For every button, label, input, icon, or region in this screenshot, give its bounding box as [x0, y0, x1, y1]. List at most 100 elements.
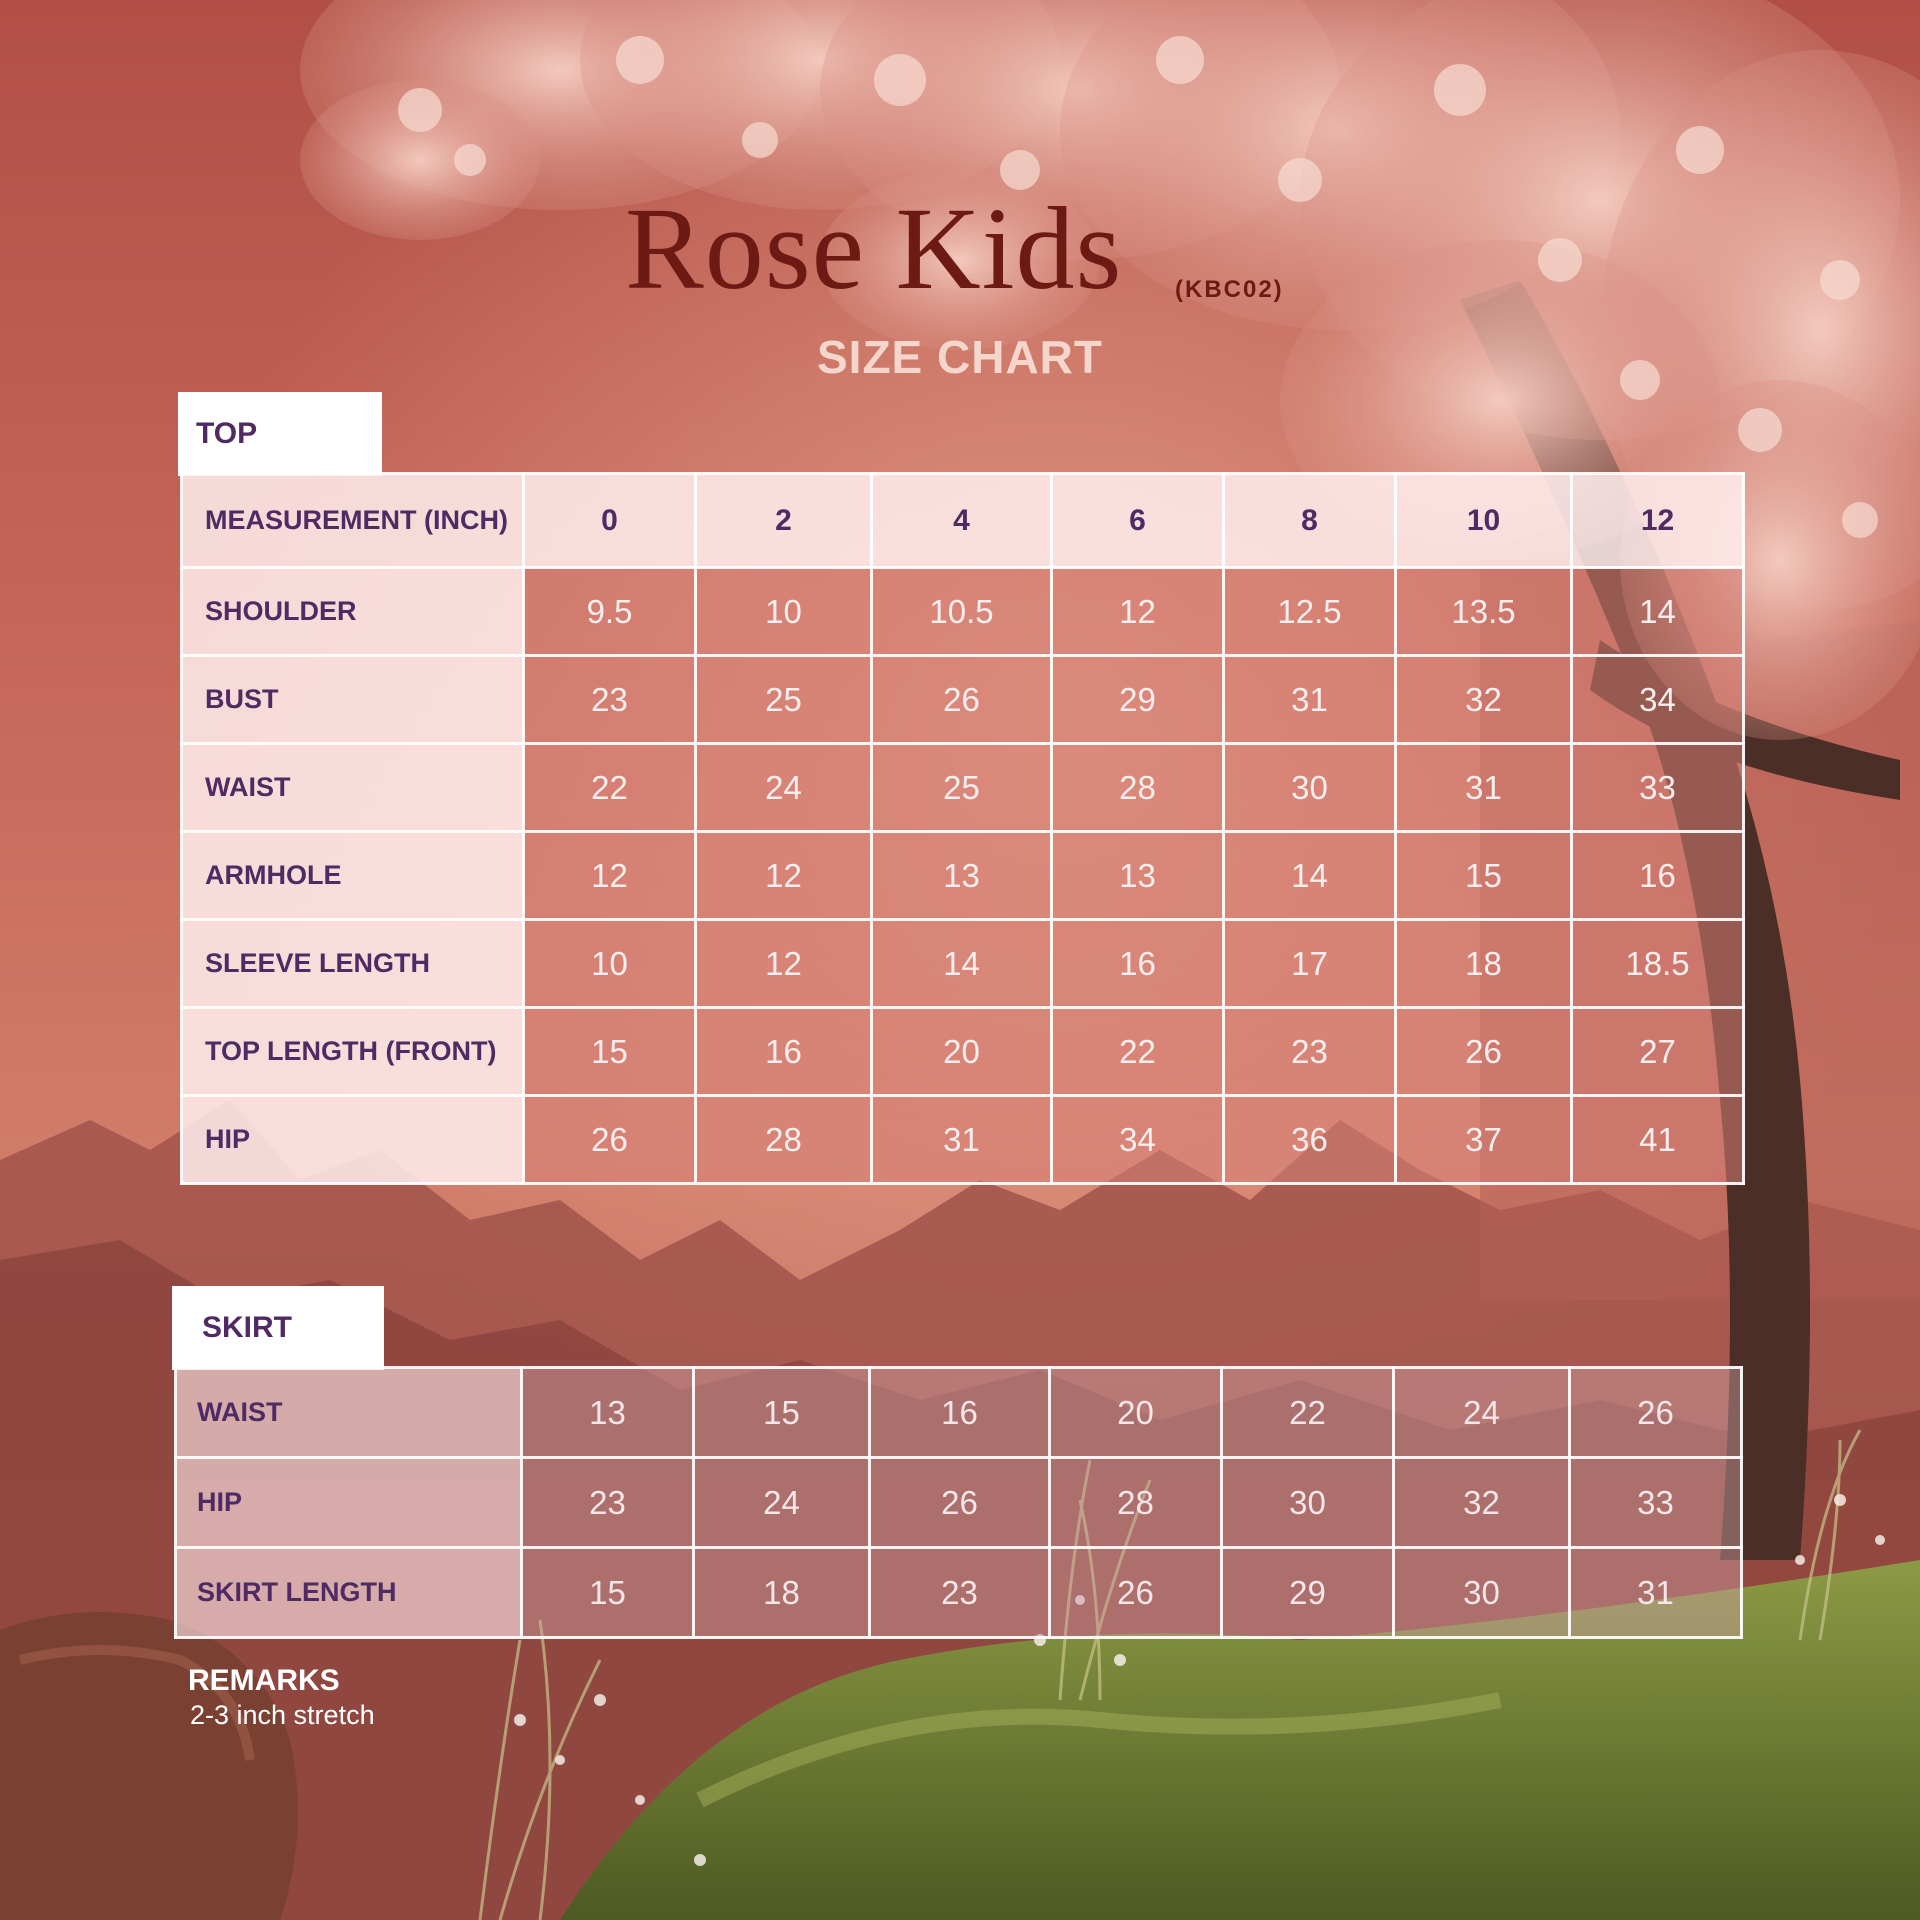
table-cell: 9.5	[522, 566, 697, 657]
table-row: SHOULDER 9.5 10 10.5 12 12.5 13.5 14	[180, 566, 1745, 657]
table-cell: 13	[870, 830, 1053, 921]
row-label: TOP LENGTH (FRONT)	[180, 1006, 525, 1097]
table-cell: 31	[1222, 654, 1397, 745]
table-row: SKIRT LENGTH 15 18 23 26 29 30 31	[174, 1546, 1743, 1639]
size-header: 10	[1394, 472, 1573, 569]
table-cell: 15	[1394, 830, 1573, 921]
table-cell: 23	[520, 1456, 695, 1549]
table-cell: 22	[522, 742, 697, 833]
row-label: WAIST	[174, 1366, 523, 1459]
row-label: HIP	[174, 1456, 523, 1549]
remarks-heading: REMARKS	[188, 1664, 340, 1697]
top-section-tab: TOP	[178, 392, 382, 476]
table-cell: 26	[870, 654, 1053, 745]
table-cell: 30	[1222, 742, 1397, 833]
table-cell: 24	[692, 1456, 871, 1549]
row-label: SKIRT LENGTH	[174, 1546, 523, 1639]
table-cell: 23	[522, 654, 697, 745]
table-cell: 25	[694, 654, 873, 745]
row-label: ARMHOLE	[180, 830, 525, 921]
table-cell: 29	[1220, 1546, 1395, 1639]
table-cell: 13.5	[1394, 566, 1573, 657]
table-row: ARMHOLE 12 12 13 13 14 15 16	[180, 830, 1745, 921]
table-cell: 29	[1050, 654, 1225, 745]
table-cell: 36	[1222, 1094, 1397, 1185]
table-cell: 23	[868, 1546, 1051, 1639]
table-cell: 28	[1048, 1456, 1223, 1549]
table-cell: 22	[1220, 1366, 1395, 1459]
table-cell: 18.5	[1570, 918, 1745, 1009]
table-cell: 31	[1568, 1546, 1743, 1639]
table-cell: 24	[694, 742, 873, 833]
table-header-row: MEASUREMENT (INCH) 0 2 4 6 8 10 12	[180, 472, 1745, 569]
table-cell: 15	[520, 1546, 695, 1639]
table-cell: 17	[1222, 918, 1397, 1009]
product-code: (KBC02)	[1175, 276, 1284, 303]
table-cell: 12	[694, 830, 873, 921]
table-cell: 16	[1050, 918, 1225, 1009]
size-header: 2	[694, 472, 873, 569]
table-cell: 15	[692, 1366, 871, 1459]
table-row: BUST 23 25 26 29 31 32 34	[180, 654, 1745, 745]
table-cell: 37	[1394, 1094, 1573, 1185]
table-cell: 32	[1394, 654, 1573, 745]
table-row: SLEEVE LENGTH 10 12 14 16 17 18 18.5	[180, 918, 1745, 1009]
table-cell: 16	[694, 1006, 873, 1097]
table-cell: 34	[1050, 1094, 1225, 1185]
table-cell: 28	[1050, 742, 1225, 833]
table-row: HIP 23 24 26 28 30 32 33	[174, 1456, 1743, 1549]
row-label: SLEEVE LENGTH	[180, 918, 525, 1009]
table-cell: 41	[1570, 1094, 1745, 1185]
size-header: 4	[870, 472, 1053, 569]
brand-title: Rose Kids	[625, 183, 1123, 314]
table-row: TOP LENGTH (FRONT) 15 16 20 22 23 26 27	[180, 1006, 1745, 1097]
size-header: 12	[1570, 472, 1745, 569]
table-cell: 14	[870, 918, 1053, 1009]
size-header: 8	[1222, 472, 1397, 569]
table-cell: 31	[1394, 742, 1573, 833]
table-cell: 22	[1050, 1006, 1225, 1097]
table-cell: 26	[522, 1094, 697, 1185]
table-cell: 12	[1050, 566, 1225, 657]
table-cell: 23	[1222, 1006, 1397, 1097]
table-cell: 32	[1392, 1456, 1571, 1549]
table-row: HIP 26 28 31 34 36 37 41	[180, 1094, 1745, 1185]
table-cell: 12	[694, 918, 873, 1009]
table-cell: 33	[1568, 1456, 1743, 1549]
page-subtitle: SIZE CHART	[0, 330, 1920, 384]
table-cell: 10	[694, 566, 873, 657]
table-row: WAIST 22 24 25 28 30 31 33	[180, 742, 1745, 833]
row-label: HIP	[180, 1094, 525, 1185]
table-cell: 27	[1570, 1006, 1745, 1097]
top-size-table: MEASUREMENT (INCH) 0 2 4 6 8 10 12 SHOUL…	[180, 472, 1745, 1185]
measurement-header: MEASUREMENT (INCH)	[180, 472, 525, 569]
table-cell: 31	[870, 1094, 1053, 1185]
table-cell: 12.5	[1222, 566, 1397, 657]
table-cell: 15	[522, 1006, 697, 1097]
table-cell: 26	[868, 1456, 1051, 1549]
table-cell: 26	[1568, 1366, 1743, 1459]
table-row: WAIST 13 15 16 20 22 24 26	[174, 1366, 1743, 1459]
table-cell: 20	[870, 1006, 1053, 1097]
table-cell: 18	[692, 1546, 871, 1639]
skirt-size-table: WAIST 13 15 16 20 22 24 26 HIP 23 24 26 …	[174, 1366, 1743, 1639]
table-cell: 26	[1048, 1546, 1223, 1639]
table-cell: 33	[1570, 742, 1745, 833]
table-cell: 14	[1222, 830, 1397, 921]
table-cell: 10.5	[870, 566, 1053, 657]
table-cell: 10	[522, 918, 697, 1009]
table-cell: 26	[1394, 1006, 1573, 1097]
table-cell: 16	[868, 1366, 1051, 1459]
row-label: BUST	[180, 654, 525, 745]
table-cell: 13	[520, 1366, 695, 1459]
table-cell: 24	[1392, 1366, 1571, 1459]
size-header: 0	[522, 472, 697, 569]
table-cell: 12	[522, 830, 697, 921]
remarks-text: 2-3 inch stretch	[190, 1700, 375, 1730]
table-cell: 18	[1394, 918, 1573, 1009]
subtitle-text: SIZE CHART	[817, 331, 1103, 383]
table-cell: 20	[1048, 1366, 1223, 1459]
table-cell: 28	[694, 1094, 873, 1185]
row-label: SHOULDER	[180, 566, 525, 657]
table-cell: 14	[1570, 566, 1745, 657]
